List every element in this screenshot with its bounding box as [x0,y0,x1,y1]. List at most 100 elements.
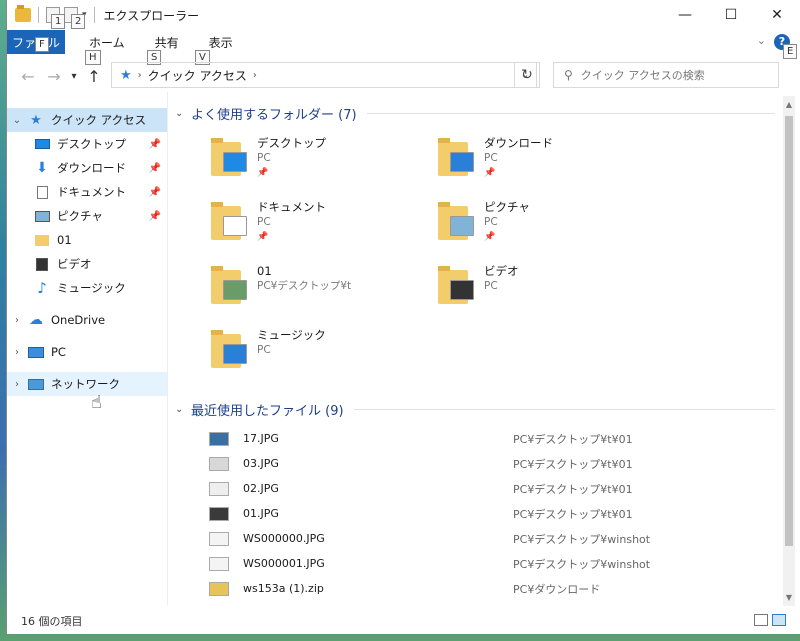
details-view-icon[interactable] [754,614,768,626]
list-item[interactable]: WS000001.JPG PC¥デスクトップ¥winshot [209,551,775,576]
chevron-down-icon[interactable]: ⌄ [175,404,191,415]
sidebar-item-music[interactable]: ♪ ミュージック [7,276,167,300]
chevron-right-icon[interactable]: › [7,379,27,390]
quick-access-star-icon: ★ [30,112,42,128]
recent-files-list: 17.JPG PC¥デスクトップ¥t¥01 03.JPG PC¥デスクトップ¥t¥01… [175,426,775,601]
keytip-file: F [35,37,49,52]
folder-tile[interactable]: 01 PC¥デスクトップ¥t [211,262,438,326]
document-icon [33,185,51,199]
chevron-down-icon[interactable]: ⌄ [175,108,191,119]
title-bar: ▾ 1 2 エクスプローラー — ☐ ✕ [7,0,800,30]
breadcrumb-quick-access[interactable]: クイック アクセス [148,67,247,84]
file-thumbnail-icon [209,431,229,446]
sidebar-item-quick-access[interactable]: ⌄ ★ クイック アクセス [7,108,167,132]
sidebar-item-pc[interactable]: › PC [7,340,167,364]
sidebar-item-label: PC [51,345,66,359]
folder-location: PC [484,152,498,164]
pin-icon[interactable]: 📌 [149,163,161,174]
search-input[interactable]: クイック アクセスの検索 [581,67,705,83]
file-location: PC¥デスクトップ¥winshot [513,532,651,546]
folder-location: PC [484,280,498,292]
search-box[interactable]: ⚲ クイック アクセスの検索 [553,62,779,88]
list-item[interactable]: 02.JPG PC¥デスクトップ¥t¥01 [209,476,775,501]
close-button[interactable]: ✕ [754,0,800,30]
tab-share[interactable]: 共有 [149,34,185,51]
keytip-help: E [783,44,798,59]
explorer-folder-icon [15,5,31,22]
folder-location: PC [484,216,498,228]
vertical-scrollbar[interactable]: ▲ ▼ [783,96,795,606]
tab-home[interactable]: ホーム [83,34,131,51]
sidebar-item-folder[interactable]: 01 [7,228,167,252]
pin-icon[interactable]: 📌 [149,187,161,198]
folder-tile[interactable]: ドキュメント PC 📌 [211,198,438,262]
up-button[interactable]: ↑ [81,67,107,86]
video-icon [33,257,51,271]
chevron-down-icon[interactable]: ⌄ [7,115,27,126]
scrollbar-thumb[interactable] [785,116,793,546]
list-item[interactable]: 17.JPG PC¥デスクトップ¥t¥01 [209,426,775,451]
refresh-button[interactable]: ↻ [514,62,540,88]
list-item[interactable]: WS000000.JPG PC¥デスクトップ¥winshot [209,526,775,551]
frequent-folders-header[interactable]: ⌄ よく使用するフォルダー (7) [175,100,775,126]
keytip-2: 2 [71,14,86,29]
folder-tile[interactable]: ミュージック PC [211,326,438,390]
folder-name: ダウンロード [484,136,553,150]
recent-files-header[interactable]: ⌄ 最近使用したファイル (9) [175,396,775,422]
back-button[interactable]: ← [15,67,41,86]
list-item[interactable]: ws153a (1).zip PC¥ダウンロード [209,576,775,601]
recent-locations-chevron-icon[interactable]: ▾ [67,71,81,82]
scroll-up-icon[interactable]: ▲ [783,100,795,109]
chevron-right-icon[interactable]: › [7,347,27,358]
forward-button[interactable]: → [41,67,67,86]
address-bar[interactable]: ★ › クイック アクセス › ⌄ [111,62,537,88]
chevron-right-icon[interactable]: › [7,315,27,326]
folder-icon [438,266,474,304]
pane-divider[interactable] [167,92,168,606]
file-name: ws153a (1).zip [243,582,324,595]
pin-icon[interactable]: 📌 [149,211,161,222]
folder-tile[interactable]: ピクチャ PC 📌 [438,198,665,262]
chevron-down-icon[interactable]: ⌄ [757,34,766,47]
maximize-button[interactable]: ☐ [708,0,754,30]
folder-name: デスクトップ [257,136,326,150]
file-name: 02.JPG [243,482,279,495]
sidebar-item-onedrive[interactable]: › ☁ OneDrive [7,308,167,332]
pin-icon: 📌 [484,232,496,242]
file-location: PC¥デスクトップ¥t¥01 [513,432,633,446]
file-name: 03.JPG [243,457,279,470]
folder-location: PC [257,152,271,164]
pin-icon[interactable]: 📌 [149,139,161,150]
desktop-icon [33,137,51,151]
folder-tile[interactable]: ビデオ PC [438,262,665,326]
folder-tile[interactable]: デスクトップ PC 📌 [211,134,438,198]
scroll-down-icon[interactable]: ▼ [783,593,795,602]
sidebar-item-label: デスクトップ [57,137,126,151]
network-icon [27,377,45,391]
status-bar: 16 個の項目 [7,610,800,632]
tab-view[interactable]: 表示 [203,34,239,51]
file-location: PC¥デスクトップ¥t¥01 [513,457,633,471]
list-item[interactable]: 01.JPG PC¥デスクトップ¥t¥01 [209,501,775,526]
sidebar-item-picture[interactable]: ピクチャ 📌 [7,204,167,228]
sidebar-item-document[interactable]: ドキュメント 📌 [7,180,167,204]
sidebar-item-download[interactable]: ⬇ ダウンロード 📌 [7,156,167,180]
file-location: PC¥デスクトップ¥t¥01 [513,507,633,521]
navigation-pane: ⌄ ★ クイック アクセス デスクトップ 📌 ⬇ ダウンロード 📌 ドキュメント 📌 ピクチャ… [7,108,167,606]
quick-access-star-icon: ★ [120,67,132,83]
breadcrumb-separator-icon: › [252,69,257,81]
folder-tile[interactable]: ダウンロード PC 📌 [438,134,665,198]
sidebar-item-video[interactable]: ビデオ [7,252,167,276]
sidebar-item-desktop[interactable]: デスクトップ 📌 [7,132,167,156]
folder-icon [211,202,247,240]
frequent-folders-grid: デスクトップ PC 📌 ダウンロード PC 📌 ドキュメント PC 📌 ピクチャ PC 📌 01 PC¥デ… [175,134,775,390]
file-thumbnail-icon [209,456,229,471]
minimize-button[interactable]: — [662,0,708,30]
folder-location: PC¥デスクトップ¥t [257,280,352,292]
sidebar-item-label: ドキュメント [57,185,126,199]
pc-icon [27,345,45,359]
folder-location: PC [257,216,271,228]
sidebar-item-network[interactable]: › ネットワーク [7,372,167,396]
large-icons-view-icon[interactable] [772,614,786,626]
list-item[interactable]: 03.JPG PC¥デスクトップ¥t¥01 [209,451,775,476]
